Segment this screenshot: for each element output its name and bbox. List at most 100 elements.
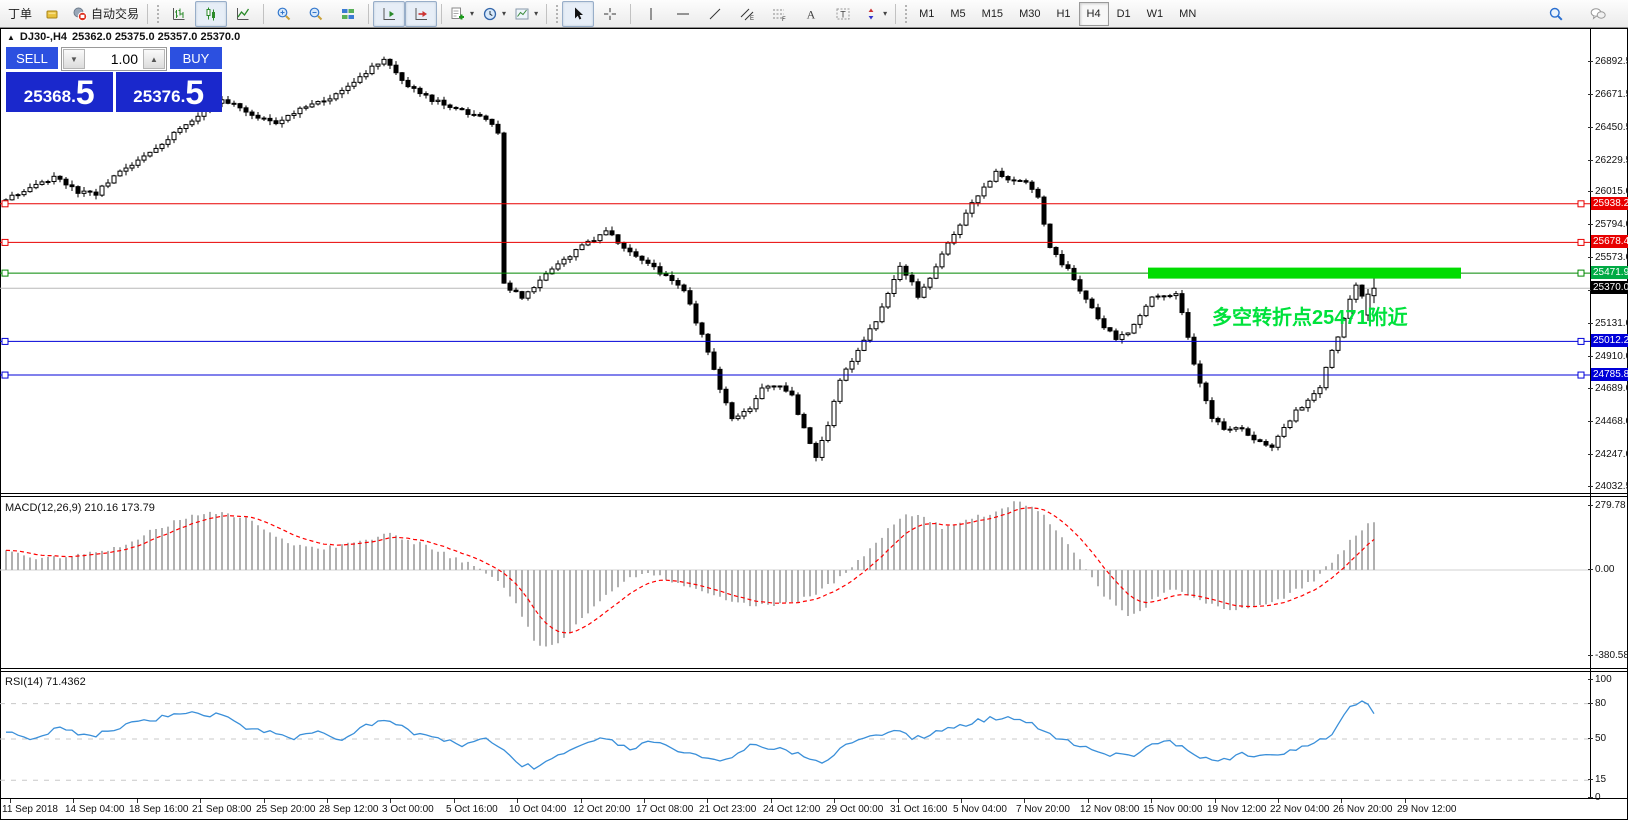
buy-button[interactable]: BUY — [170, 47, 222, 71]
time-axis[interactable]: 11 Sep 201814 Sep 04:0018 Sep 16:0021 Se… — [0, 799, 1590, 819]
toolbar-grip[interactable] — [903, 3, 908, 25]
time-axis-label: 12 Oct 20:00 — [573, 804, 630, 815]
cursor-icon — [570, 6, 586, 22]
time-axis-label: 25 Sep 20:00 — [256, 804, 316, 815]
auto-trading-button[interactable]: 自动交易 — [68, 1, 143, 27]
time-axis-label: 28 Sep 12:00 — [319, 804, 379, 815]
line-chart-button[interactable] — [227, 1, 259, 27]
main-toolbar: 丁单 自动交易 ▾ ▾ ▾ EFAT ▾ M1M5M15M30H1H4D1W1MN — [0, 0, 1628, 28]
line-handle — [1578, 270, 1584, 276]
line-handle — [2, 372, 8, 378]
arrows-icon — [863, 6, 879, 22]
pane-divider[interactable] — [0, 496, 1628, 497]
periods-button[interactable]: ▾ — [478, 1, 510, 27]
time-tick — [454, 799, 455, 803]
tile-windows-button[interactable] — [332, 1, 364, 27]
channel-icon: E — [739, 6, 755, 22]
timeframe-button-mn[interactable]: MN — [1171, 2, 1204, 26]
new-order-button-label: 丁单 — [8, 5, 32, 22]
time-tick — [10, 799, 11, 803]
time-axis-label: 18 Sep 16:00 — [129, 804, 189, 815]
time-tick — [73, 799, 74, 803]
time-tick — [771, 799, 772, 803]
toolbar-separator — [895, 4, 896, 24]
time-tick — [327, 799, 328, 803]
chat-button[interactable] — [1582, 1, 1614, 27]
arrows-button[interactable]: ▾ — [859, 1, 891, 27]
line-handle — [1578, 201, 1584, 207]
horizontal-line-button[interactable] — [667, 1, 699, 27]
volume-increase-button[interactable]: ▲ — [143, 49, 165, 69]
rsi-indicator-canvas[interactable] — [0, 672, 1590, 798]
toolbar-separator — [441, 4, 442, 24]
chevron-down-icon[interactable]: ▾ — [470, 9, 474, 18]
time-axis-label: 15 Nov 00:00 — [1143, 804, 1203, 815]
crosshair-button[interactable] — [594, 1, 626, 27]
history-button[interactable] — [36, 1, 68, 27]
zoom-in-button[interactable] — [268, 1, 300, 27]
channel-button[interactable]: E — [731, 1, 763, 27]
sell-price-display[interactable]: 25368 . 5 — [6, 72, 113, 112]
gold-icon — [44, 6, 60, 22]
collapse-triangle-icon[interactable]: ▲ — [7, 33, 15, 42]
cursor-button[interactable] — [562, 1, 594, 27]
time-axis-label: 29 Nov 12:00 — [1397, 804, 1457, 815]
text-button[interactable]: A — [795, 1, 827, 27]
time-tick — [1341, 799, 1342, 803]
pane-divider[interactable] — [0, 671, 1628, 672]
time-axis-label: 24 Oct 12:00 — [763, 804, 820, 815]
pane-divider[interactable] — [0, 668, 1628, 669]
shift-icon — [381, 6, 397, 22]
volume-value[interactable]: 1.00 — [86, 48, 142, 70]
timeframe-button-m15[interactable]: M15 — [974, 2, 1011, 26]
volume-stepper[interactable]: ▼ 1.00 ▲ — [61, 47, 167, 71]
zoom-out-button[interactable] — [300, 1, 332, 27]
toolbar-grip[interactable] — [554, 3, 559, 25]
time-tick — [707, 799, 708, 803]
toolbar-grip[interactable] — [155, 3, 160, 25]
volume-decrease-button[interactable]: ▼ — [63, 49, 85, 69]
new-order-button[interactable]: 丁单 — [4, 1, 36, 27]
time-axis-label: 3 Oct 00:00 — [382, 804, 434, 815]
macd-indicator-canvas[interactable] — [0, 497, 1590, 668]
auto-trading-button-label: 自动交易 — [91, 5, 139, 22]
vertical-line-button[interactable] — [635, 1, 667, 27]
buy-price-display[interactable]: 25376 . 5 — [116, 72, 223, 112]
candlestick-chart-button[interactable] — [195, 1, 227, 27]
chart-shift-button[interactable] — [373, 1, 405, 27]
timeframe-button-h4[interactable]: H4 — [1079, 2, 1109, 26]
bar-chart-button[interactable] — [163, 1, 195, 27]
time-tick — [1278, 799, 1279, 803]
search-button[interactable] — [1540, 1, 1572, 27]
sell-button[interactable]: SELL — [6, 47, 58, 71]
chevron-down-icon[interactable]: ▾ — [534, 9, 538, 18]
level-price-label: 25471.9 — [1591, 266, 1628, 279]
buy-price-pip: 5 — [185, 76, 204, 110]
timeframe-button-m30[interactable]: M30 — [1011, 2, 1048, 26]
level-price-label: 25938.2 — [1591, 197, 1628, 210]
price-axis[interactable]: 26892.526671.526450.526229.526015.025794… — [1590, 28, 1628, 799]
chevron-down-icon[interactable]: ▾ — [883, 9, 887, 18]
fibonacci-button[interactable]: F — [763, 1, 795, 27]
timeframe-button-m1[interactable]: M1 — [911, 2, 942, 26]
timeframe-button-m5[interactable]: M5 — [942, 2, 973, 26]
add-indicator-button[interactable]: ▾ — [446, 1, 478, 27]
timeframe-button-d1[interactable]: D1 — [1109, 2, 1139, 26]
zoomout-icon — [308, 6, 324, 22]
auto-scroll-button[interactable] — [405, 1, 437, 27]
timeframe-button-h1[interactable]: H1 — [1048, 2, 1078, 26]
templates-button[interactable]: ▾ — [510, 1, 542, 27]
toolbar-separator — [263, 4, 264, 24]
timeframe-button-w1[interactable]: W1 — [1139, 2, 1172, 26]
line-handle — [1578, 239, 1584, 245]
trendline-button[interactable] — [699, 1, 731, 27]
chevron-down-icon[interactable]: ▾ — [502, 9, 506, 18]
text-label-button[interactable]: T — [827, 1, 859, 27]
vline-icon — [643, 6, 659, 22]
time-tick — [644, 799, 645, 803]
time-tick — [137, 799, 138, 803]
pane-divider[interactable] — [0, 493, 1628, 494]
price-chart-canvas[interactable] — [0, 29, 1590, 493]
time-axis-label: 5 Nov 04:00 — [953, 804, 1007, 815]
zoomin-icon — [276, 6, 292, 22]
